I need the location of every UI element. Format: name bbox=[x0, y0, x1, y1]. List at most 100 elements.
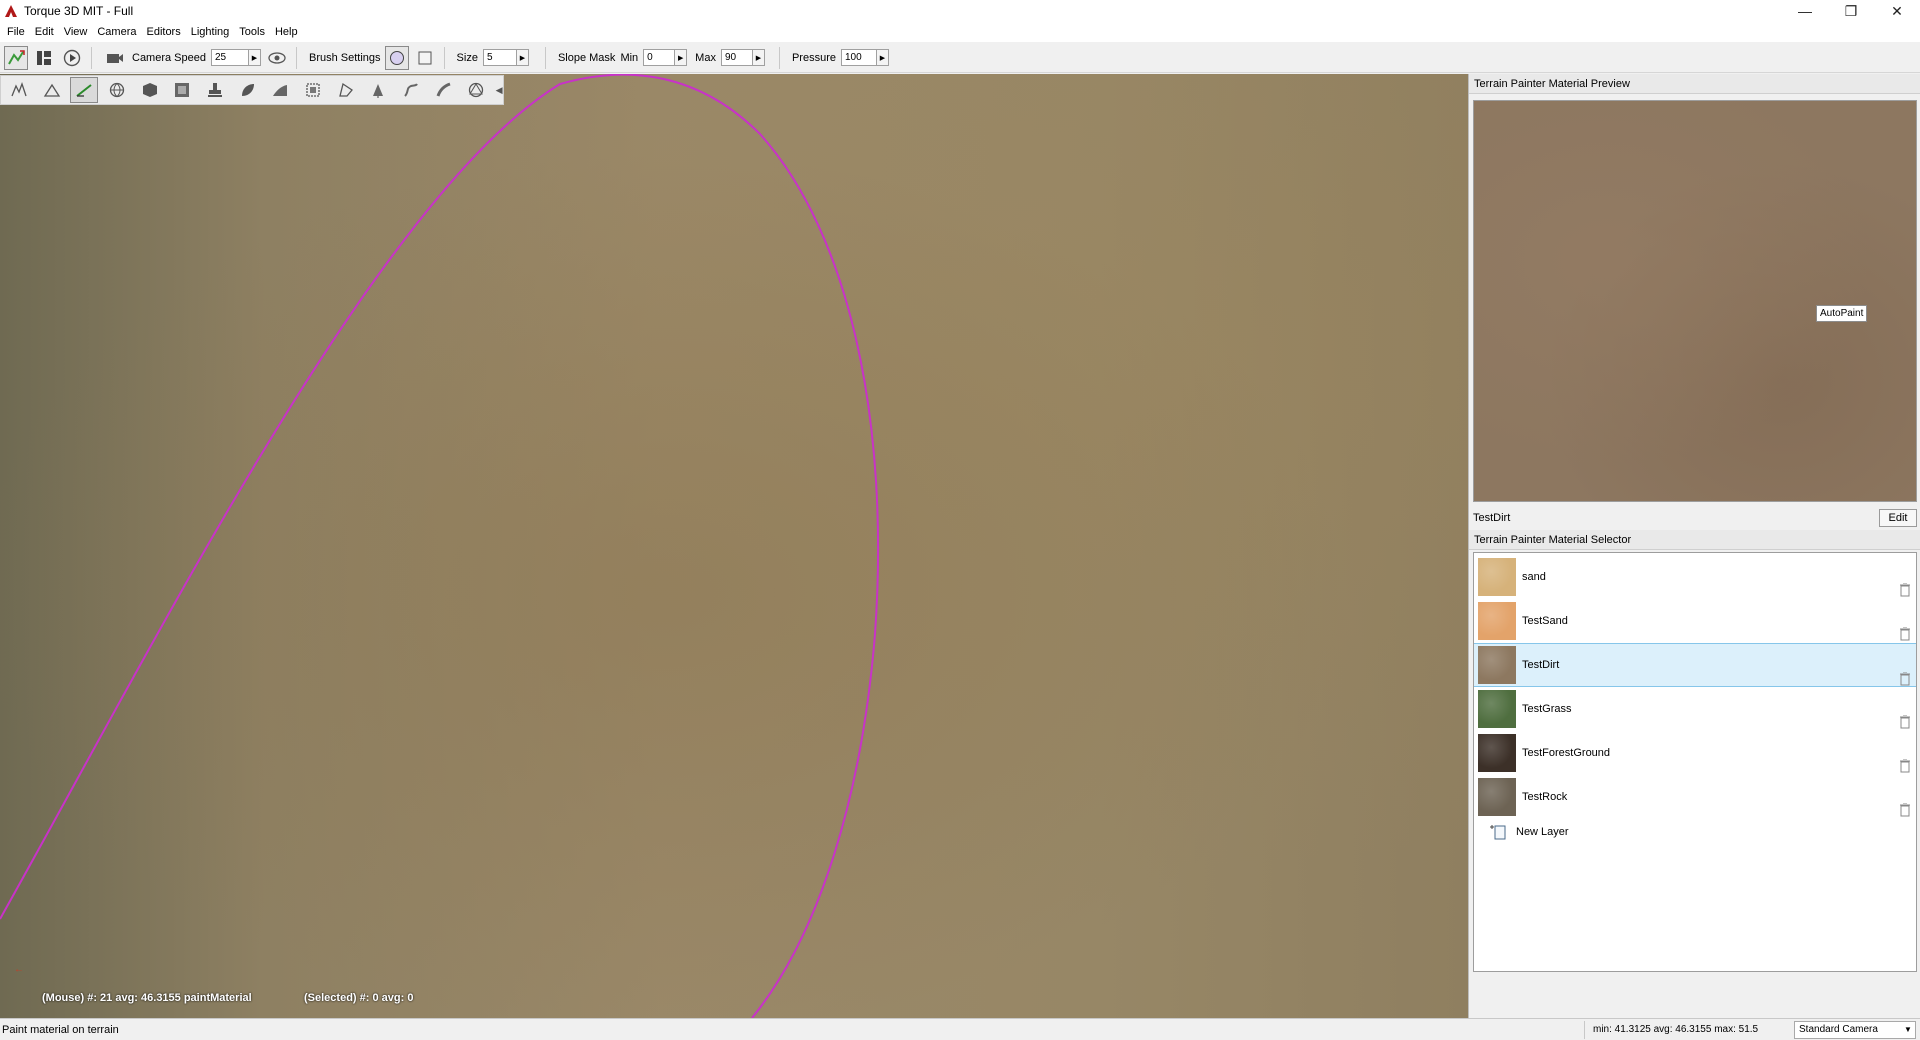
status-stats: min: 41.3125 avg: 46.3155 max: 51.5 bbox=[1584, 1020, 1790, 1039]
terrain-viewport[interactable]: ← (Mouse) #: 21 avg: 46.3155 paintMateri… bbox=[0, 74, 1468, 1018]
selected-info-text: (Selected) #: 0 avg: 0 bbox=[304, 992, 414, 1004]
material-item-testrock[interactable]: TestRock bbox=[1474, 775, 1916, 819]
size-input[interactable]: 5 bbox=[482, 49, 517, 66]
camera-icon bbox=[107, 53, 123, 63]
size-arrow-icon[interactable]: ▶ bbox=[516, 49, 529, 66]
tool-palette: ◀ bbox=[0, 75, 504, 105]
menu-help[interactable]: Help bbox=[270, 26, 303, 38]
tool-texture-button[interactable] bbox=[168, 77, 196, 103]
new-layer-button[interactable]: New Layer bbox=[1474, 817, 1569, 847]
toolbar-separator bbox=[296, 46, 297, 69]
menu-view[interactable]: View bbox=[59, 26, 93, 38]
cube-icon bbox=[142, 83, 157, 97]
trash-icon[interactable] bbox=[1900, 627, 1910, 641]
slope-min-input[interactable]: 0 bbox=[643, 49, 676, 66]
material-preview: AutoPaint bbox=[1473, 100, 1917, 502]
visibility-button[interactable] bbox=[265, 46, 289, 70]
tool-raise-button[interactable] bbox=[5, 77, 33, 103]
globe-icon bbox=[109, 82, 125, 98]
menu-lighting[interactable]: Lighting bbox=[186, 26, 235, 38]
material-thumbnail bbox=[1478, 778, 1516, 816]
trash-icon[interactable] bbox=[1900, 759, 1910, 773]
menu-camera[interactable]: Camera bbox=[92, 26, 141, 38]
world-editor-button[interactable] bbox=[4, 45, 28, 70]
edit-material-button[interactable]: Edit bbox=[1879, 509, 1917, 527]
material-item-testsand[interactable]: TestSand bbox=[1474, 599, 1916, 643]
minimize-icon[interactable]: — bbox=[1782, 0, 1828, 22]
road-icon bbox=[436, 82, 451, 97]
close-icon[interactable]: ✕ bbox=[1874, 0, 1920, 22]
gui-editor-button[interactable] bbox=[32, 46, 56, 70]
pressure-arrow-icon[interactable]: ▶ bbox=[876, 49, 889, 66]
menu-file[interactable]: File bbox=[2, 26, 30, 38]
material-label: TestForestGround bbox=[1522, 747, 1611, 759]
palette-collapse-icon[interactable]: ◀ bbox=[495, 77, 503, 103]
world-editor-icon bbox=[8, 49, 25, 64]
play-icon bbox=[63, 49, 81, 66]
material-selector-list: sand TestSand TestDirt TestGrass TestFor… bbox=[1473, 552, 1917, 972]
material-thumbnail bbox=[1478, 602, 1516, 640]
tool-paint-button[interactable] bbox=[70, 77, 99, 103]
material-item-testforestground[interactable]: TestForestGround bbox=[1474, 731, 1916, 775]
tool-forest-button[interactable] bbox=[364, 77, 392, 103]
river-icon bbox=[404, 83, 418, 97]
slope-mask-label: Slope Mask bbox=[557, 51, 616, 64]
autopaint-button[interactable]: AutoPaint bbox=[1816, 305, 1868, 322]
right-panel: Terrain Painter Material Preview AutoPai… bbox=[1468, 74, 1920, 1018]
selector-panel-header: Terrain Painter Material Selector bbox=[1469, 530, 1920, 550]
tool-height-button[interactable] bbox=[38, 77, 66, 103]
camera-button[interactable] bbox=[103, 46, 127, 70]
circle-brush-button[interactable] bbox=[384, 45, 409, 70]
chevron-down-icon: ▼ bbox=[1904, 1025, 1912, 1034]
camera-mode-dropdown[interactable]: Standard Camera ▼ bbox=[1794, 1020, 1916, 1039]
camera-speed-arrow-icon[interactable]: ▶ bbox=[249, 49, 261, 66]
material-item-testgrass[interactable]: TestGrass bbox=[1474, 687, 1916, 731]
pressure-input[interactable]: 100 bbox=[840, 49, 877, 66]
terrain-height-icon bbox=[43, 83, 60, 97]
material-label: sand bbox=[1522, 571, 1546, 583]
leaf-icon bbox=[241, 84, 254, 96]
tool-cube-button[interactable] bbox=[136, 77, 164, 103]
slope-max-arrow-icon[interactable]: ▶ bbox=[752, 49, 765, 66]
material-thumbnail bbox=[1478, 646, 1516, 684]
tool-shape-button[interactable] bbox=[332, 77, 360, 103]
tool-road-button[interactable] bbox=[430, 77, 458, 103]
slope-min-label: Min bbox=[620, 51, 639, 64]
slope-max-input[interactable]: 90 bbox=[720, 49, 753, 66]
trash-icon[interactable] bbox=[1900, 715, 1910, 729]
square-brush-button[interactable] bbox=[413, 46, 437, 70]
size-label: Size bbox=[456, 51, 478, 64]
material-item-sand[interactable]: sand bbox=[1474, 555, 1916, 599]
pressure-label: Pressure bbox=[791, 51, 836, 64]
tool-bounds-button[interactable] bbox=[299, 77, 327, 103]
tool-stamp-button[interactable] bbox=[201, 77, 229, 103]
menu-edit[interactable]: Edit bbox=[30, 26, 59, 38]
navmesh-icon bbox=[469, 82, 484, 98]
material-label: TestDirt bbox=[1522, 659, 1560, 671]
tool-globe-button[interactable] bbox=[103, 77, 131, 103]
menu-tools[interactable]: Tools bbox=[234, 26, 270, 38]
menu-editors[interactable]: Editors bbox=[141, 26, 185, 38]
material-thumbnail bbox=[1478, 734, 1516, 772]
trash-icon[interactable] bbox=[1900, 672, 1910, 686]
tool-navmesh-button[interactable] bbox=[462, 77, 490, 103]
maximize-icon[interactable]: ❐ bbox=[1828, 0, 1874, 22]
toolbar-separator bbox=[544, 46, 546, 69]
material-name-row: TestDirt Edit bbox=[1469, 506, 1920, 530]
tool-river-button[interactable] bbox=[397, 77, 425, 103]
material-thumbnail bbox=[1478, 690, 1516, 728]
title-bar: Torque 3D MIT - Full — ❐ ✕ bbox=[0, 0, 1920, 22]
main-toolbar: Camera Speed 25 ▶ Brush Settings Size 5 … bbox=[0, 43, 1920, 73]
tool-ramp-button[interactable] bbox=[266, 77, 294, 103]
play-game-button[interactable] bbox=[60, 46, 84, 70]
terrain-paint-icon bbox=[76, 84, 92, 97]
preview-panel-header: Terrain Painter Material Preview bbox=[1469, 74, 1920, 94]
selected-material-name: TestDirt bbox=[1473, 512, 1511, 524]
slope-min-arrow-icon[interactable]: ▶ bbox=[675, 49, 688, 66]
tool-leaf-button[interactable] bbox=[234, 77, 262, 103]
material-item-testdirt[interactable]: TestDirt bbox=[1474, 643, 1916, 687]
trash-icon[interactable] bbox=[1900, 803, 1910, 817]
status-message: Paint material on terrain bbox=[2, 1023, 119, 1036]
camera-speed-input[interactable]: 25 bbox=[211, 49, 249, 66]
trash-icon[interactable] bbox=[1900, 583, 1910, 597]
